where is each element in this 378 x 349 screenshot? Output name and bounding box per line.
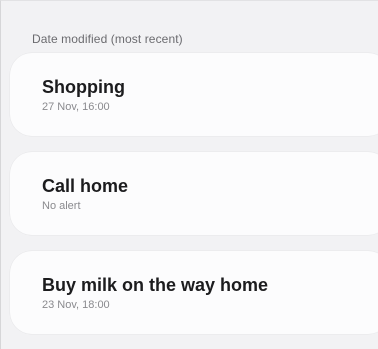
reminder-card[interactable]: Call home No alert <box>10 152 378 235</box>
sort-order-label[interactable]: Date modified (most recent) <box>32 32 183 46</box>
reminder-subtitle: No alert <box>42 200 81 212</box>
reminder-title: Shopping <box>42 77 125 97</box>
reminder-subtitle: 23 Nov, 18:00 <box>42 299 110 311</box>
reminder-card[interactable]: Buy milk on the way home 23 Nov, 18:00 <box>10 251 378 334</box>
reminder-subtitle: 27 Nov, 16:00 <box>42 101 110 113</box>
reminders-screen: Date modified (most recent) Shopping 27 … <box>0 0 378 349</box>
reminder-title: Buy milk on the way home <box>42 275 269 295</box>
reminder-card[interactable]: Shopping 27 Nov, 16:00 <box>10 53 378 136</box>
reminder-title: Call home <box>42 176 129 196</box>
